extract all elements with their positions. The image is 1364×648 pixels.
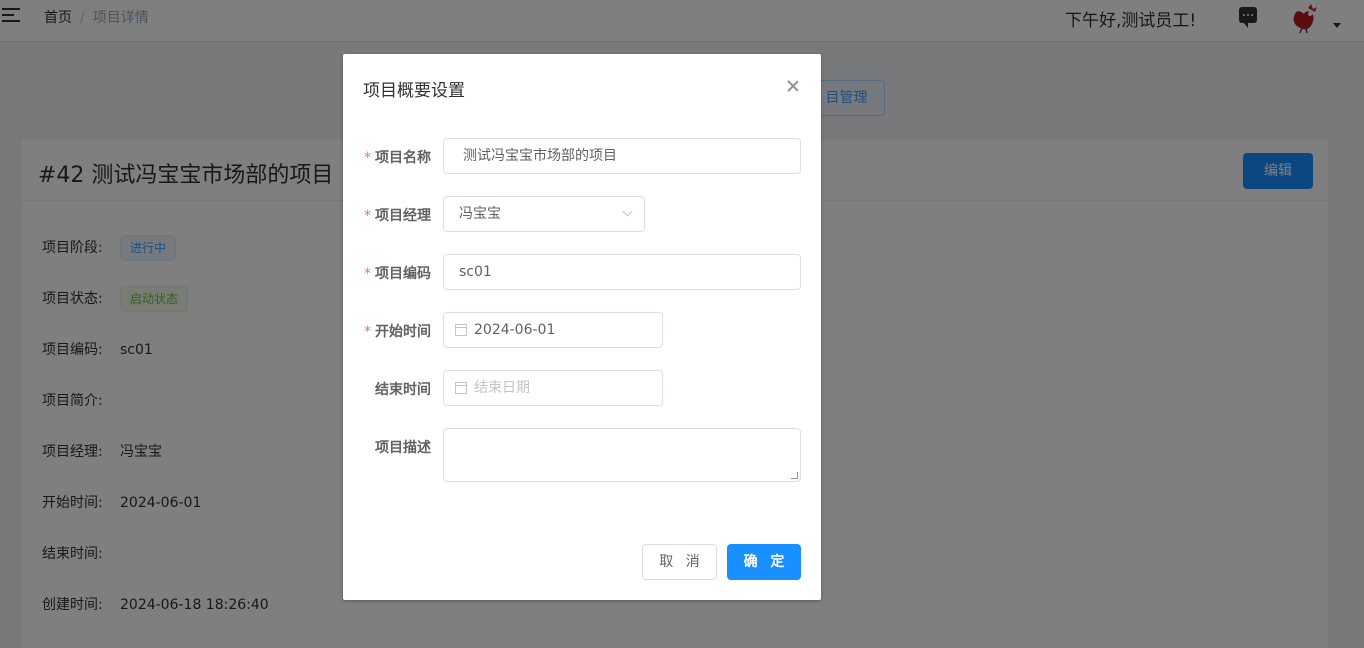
project-code-value: sc01 — [459, 264, 492, 280]
resize-handle-icon[interactable] — [791, 472, 798, 479]
manager-label-text: 项目经理 — [375, 208, 431, 224]
start-label: * 开始时间 — [343, 321, 431, 341]
calendar-icon — [455, 382, 467, 394]
project-name-value: 测试冯宝宝市场部的项目 — [463, 148, 617, 164]
required-mark: * — [364, 150, 371, 166]
chevron-down-icon — [622, 206, 633, 217]
start-date-picker[interactable]: 2024-06-01 — [443, 312, 663, 348]
required-mark: * — [364, 324, 371, 340]
end-label-text: 结束时间 — [375, 382, 431, 398]
end-date-picker[interactable]: 结束日期 — [443, 370, 663, 406]
cancel-button[interactable]: 取 消 — [642, 544, 717, 580]
calendar-icon — [455, 324, 467, 336]
required-mark: * — [364, 208, 371, 224]
dialog-title: 项目概要设置 — [363, 81, 465, 101]
project-name-input[interactable]: 测试冯宝宝市场部的项目 — [443, 138, 801, 174]
required-mark: * — [364, 266, 371, 282]
code-label-text: 项目编码 — [375, 266, 431, 282]
manager-label: * 项目经理 — [343, 205, 431, 225]
name-label-text: 项目名称 — [375, 150, 431, 166]
end-label: 结束时间 — [343, 379, 431, 399]
close-icon[interactable] — [785, 78, 801, 94]
project-manager-select[interactable]: 冯宝宝 — [443, 196, 645, 232]
description-label: 项目描述 — [343, 437, 431, 457]
description-label-text: 项目描述 — [375, 440, 431, 456]
name-label: * 项目名称 — [343, 147, 431, 167]
confirm-button[interactable]: 确 定 — [727, 544, 801, 580]
code-label: * 项目编码 — [343, 263, 431, 283]
project-code-input[interactable]: sc01 — [443, 254, 801, 290]
description-textarea[interactable] — [443, 428, 801, 482]
start-date-value: 2024-06-01 — [474, 322, 556, 338]
start-label-text: 开始时间 — [375, 324, 431, 340]
project-manager-value: 冯宝宝 — [459, 206, 501, 222]
project-settings-dialog: 项目概要设置 * 项目名称 测试冯宝宝市场部的项目 * 项目经理 冯宝宝 * 项目编码… — [343, 54, 821, 600]
end-date-placeholder: 结束日期 — [474, 380, 530, 396]
